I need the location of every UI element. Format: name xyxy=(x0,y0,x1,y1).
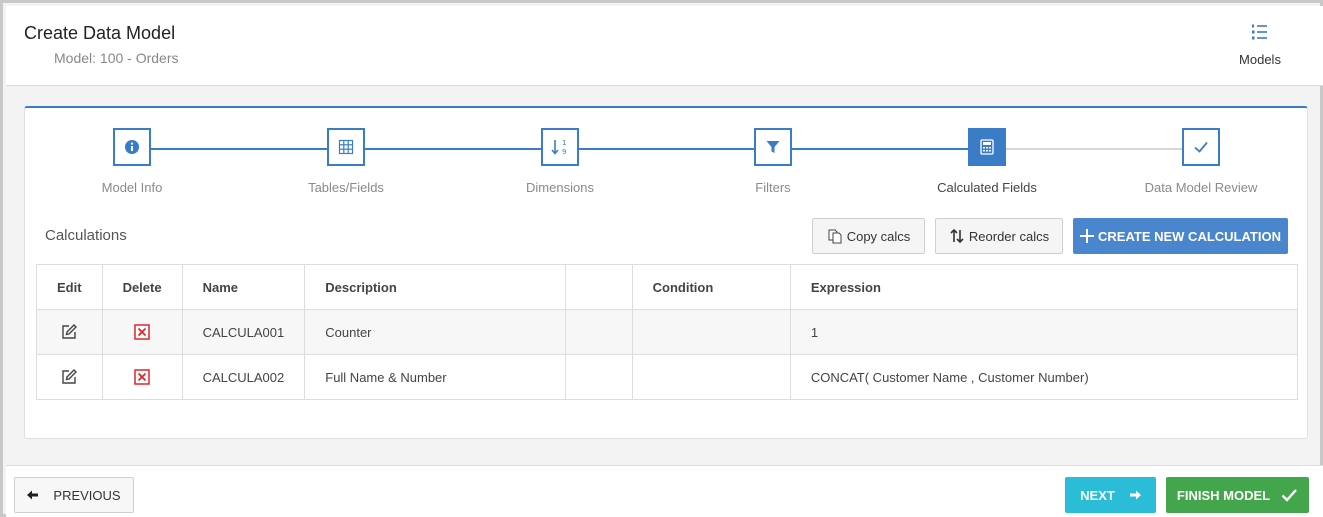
reorder-calcs-button[interactable]: Reorder calcs xyxy=(935,218,1063,254)
expression-cell: 1 xyxy=(789,309,1299,355)
copy-icon xyxy=(827,228,843,244)
table-row: CALCULA002 Full Name & Number CONCAT( Cu… xyxy=(36,354,1299,400)
delete-cell xyxy=(101,354,183,400)
delete-icon[interactable] xyxy=(133,368,151,386)
step-label: Model Info xyxy=(101,180,163,195)
wizard-footer: PREVIOUS NEXT FINISH MODEL xyxy=(6,465,1323,517)
edit-icon[interactable] xyxy=(60,368,78,386)
next-label: NEXT xyxy=(1080,487,1115,503)
reorder-calcs-label: Reorder calcs xyxy=(968,228,1050,244)
column-header-description: Description xyxy=(304,264,567,310)
step-box[interactable] xyxy=(968,128,1006,166)
blank-cell xyxy=(565,354,633,400)
sort-numeric-icon: 1 9 xyxy=(551,139,566,156)
step-box[interactable] xyxy=(327,128,365,166)
page-subtitle: Model: 100 - Orders xyxy=(54,50,179,66)
calculator-icon xyxy=(980,139,994,155)
description-cell: Counter xyxy=(304,309,567,355)
list-numbered-icon xyxy=(1250,22,1270,42)
blank-cell xyxy=(565,309,633,355)
create-new-calculation-button[interactable]: CREATE NEW CALCULATION xyxy=(1073,218,1288,254)
step-calculated-fields[interactable]: Calculated Fields xyxy=(887,128,1087,195)
finish-model-button[interactable]: FINISH MODEL xyxy=(1166,477,1309,513)
reorder-icon xyxy=(949,228,965,244)
step-label: Tables/Fields xyxy=(308,180,384,195)
table-row: CALCULA001 Counter 1 xyxy=(36,309,1299,355)
condition-cell xyxy=(631,354,791,400)
create-new-calculation-label: CREATE NEW CALCULATION xyxy=(1098,228,1281,244)
column-header-name: Name xyxy=(181,264,306,310)
copy-calcs-button[interactable]: Copy calcs xyxy=(812,218,925,254)
delete-cell xyxy=(101,309,183,355)
calculations-title: Calculations xyxy=(45,227,127,244)
edit-cell xyxy=(36,309,103,355)
step-label: Dimensions xyxy=(526,180,594,195)
info-icon xyxy=(125,140,139,154)
finish-model-label: FINISH MODEL xyxy=(1176,487,1271,503)
svg-text:9: 9 xyxy=(562,148,566,156)
edit-icon[interactable] xyxy=(60,323,78,341)
table-header-row: Edit Delete Name Description Condition E… xyxy=(36,264,1299,310)
previous-label: PREVIOUS xyxy=(53,487,121,503)
svg-text:1: 1 xyxy=(562,139,566,147)
previous-button[interactable]: PREVIOUS xyxy=(14,477,134,513)
edit-cell xyxy=(36,354,103,400)
check-icon xyxy=(1194,141,1208,153)
grid-icon xyxy=(338,139,354,155)
column-header-condition: Condition xyxy=(631,264,791,310)
column-header-delete: Delete xyxy=(101,264,183,310)
check-icon xyxy=(1280,486,1298,504)
step-box[interactable] xyxy=(113,128,151,166)
page-title: Create Data Model xyxy=(24,23,176,43)
step-box[interactable] xyxy=(754,128,792,166)
models-label: Models xyxy=(1239,52,1281,67)
wizard-panel: Model Info Tables/Fields 1 9 Dimensions … xyxy=(24,106,1308,439)
copy-calcs-label: Copy calcs xyxy=(846,228,911,244)
condition-cell xyxy=(631,309,791,355)
column-header-expression: Expression xyxy=(789,264,1299,310)
step-model-info[interactable]: Model Info xyxy=(32,128,232,195)
step-box[interactable] xyxy=(1182,128,1220,166)
page-header: Create Data Model Model: 100 - Orders Mo… xyxy=(6,6,1323,86)
plus-icon xyxy=(1080,229,1095,243)
step-tables-fields[interactable]: Tables/Fields xyxy=(246,128,446,195)
column-header-edit: Edit xyxy=(36,264,103,310)
name-cell: CALCULA002 xyxy=(181,354,306,400)
step-label: Calculated Fields xyxy=(937,180,1037,195)
step-filters[interactable]: Filters xyxy=(673,128,873,195)
models-button[interactable]: Models xyxy=(1235,22,1285,67)
arrow-right-icon xyxy=(1129,489,1141,501)
app-window: Create Data Model Model: 100 - Orders Mo… xyxy=(0,0,1323,517)
step-data-model-review[interactable]: Data Model Review xyxy=(1101,128,1301,195)
step-label: Filters xyxy=(755,180,791,195)
column-header-blank xyxy=(565,264,633,310)
name-cell: CALCULA001 xyxy=(181,309,306,355)
next-button[interactable]: NEXT xyxy=(1065,477,1156,513)
description-cell: Full Name & Number xyxy=(304,354,567,400)
calculations-table: Edit Delete Name Description Condition E… xyxy=(36,264,1299,400)
step-box[interactable]: 1 9 xyxy=(541,128,579,166)
step-label: Data Model Review xyxy=(1144,180,1258,195)
arrow-left-icon xyxy=(27,489,39,501)
wizard-stepper: Model Info Tables/Fields 1 9 Dimensions … xyxy=(25,108,1309,208)
expression-cell: CONCAT( Customer Name , Customer Number) xyxy=(789,354,1299,400)
step-dimensions[interactable]: 1 9 Dimensions xyxy=(460,128,660,195)
delete-icon[interactable] xyxy=(133,323,151,341)
filter-icon xyxy=(766,141,780,153)
